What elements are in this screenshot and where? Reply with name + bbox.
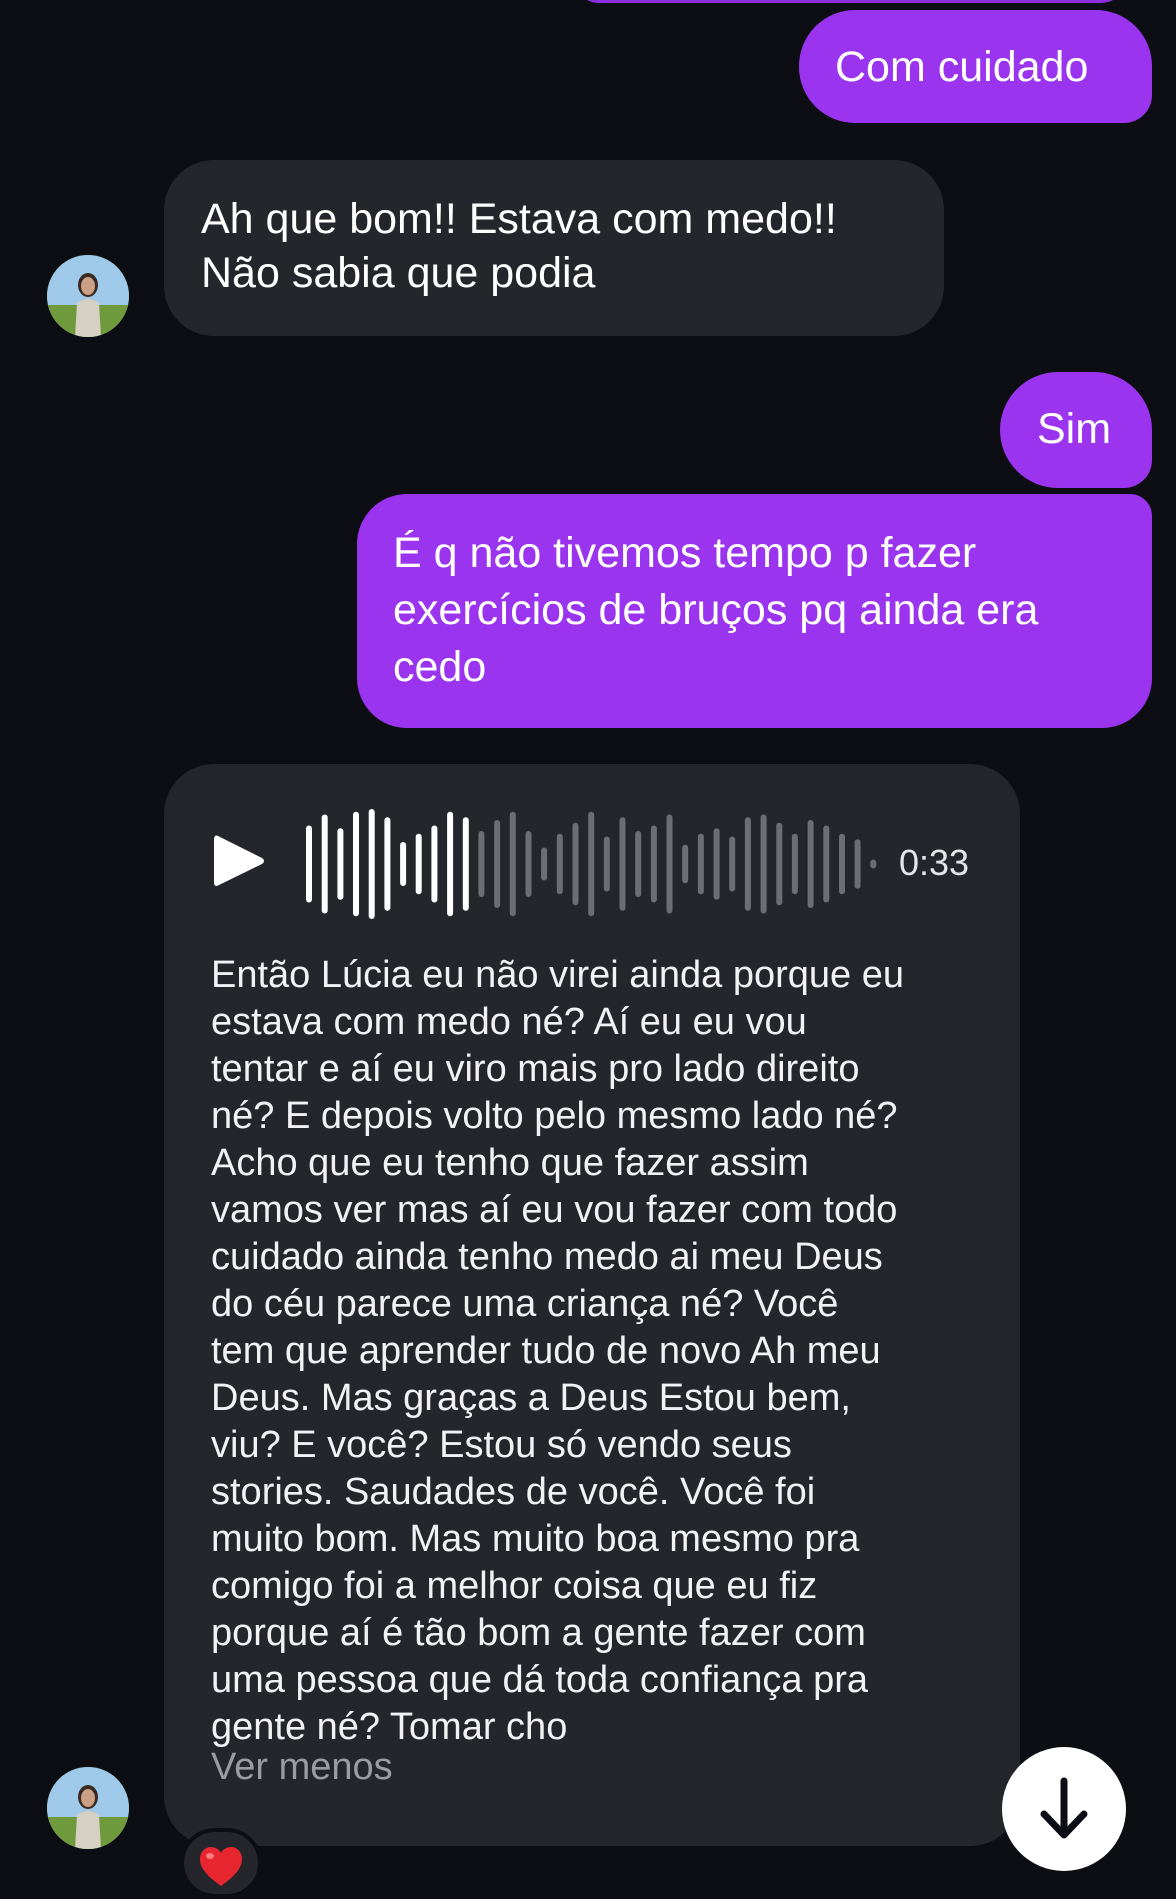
arrow-down-icon	[1040, 1777, 1088, 1839]
message-text-line: Não sabia que podia	[201, 249, 596, 298]
waveform-bar	[776, 822, 783, 906]
waveform-bar	[650, 825, 657, 903]
transcript-line: Então Lúcia eu não virei ainda porque eu	[211, 954, 904, 996]
contact-avatar[interactable]	[47, 1767, 129, 1849]
transcript-line: vamos ver mas aí eu vou fazer com todo	[211, 1189, 898, 1231]
outgoing-message-bubble[interactable]: Com cuidado	[799, 10, 1152, 123]
waveform-bar	[744, 817, 751, 911]
waveform-bar	[337, 828, 344, 900]
waveform-bar	[697, 833, 704, 895]
reaction-badge[interactable]	[180, 1828, 262, 1898]
outgoing-message-bubble[interactable]: Sim	[1000, 372, 1152, 488]
message-text: Sim	[1037, 405, 1112, 453]
waveform-bar	[415, 833, 422, 895]
voice-duration: 0:33	[899, 842, 970, 883]
transcript-line: Deus. Mas graças a Deus Estou bem,	[211, 1377, 851, 1419]
waveform-bar	[729, 836, 736, 892]
waveform-bar	[447, 811, 454, 917]
waveform-bar	[321, 814, 328, 914]
message-text-line: exercícios de bruços pq ainda era	[393, 586, 1039, 635]
waveform-bar	[682, 844, 689, 884]
waveform-bar	[839, 833, 845, 895]
play-icon[interactable]	[208, 830, 268, 892]
transcript-line: Acho que eu tenho que fazer assim	[211, 1142, 809, 1184]
waveform-bar	[619, 817, 626, 911]
waveform-bar	[870, 859, 877, 869]
contact-avatar[interactable]	[47, 255, 129, 337]
waveform-bar	[431, 825, 438, 903]
transcript-line: cuidado ainda tenho medo ai meu Deus	[211, 1236, 883, 1278]
see-less-link[interactable]: Ver menos	[211, 1744, 393, 1792]
outgoing-message-bubble[interactable]: É q não tivemos tempo p fazer exercícios…	[357, 494, 1152, 728]
transcript-line: muito bom. Mas muito boa mesmo pra	[211, 1518, 860, 1560]
transcript-line: do céu parece uma criança né? Você	[211, 1283, 839, 1325]
waveform[interactable]	[304, 804, 884, 924]
previous-outgoing-bubble	[570, 0, 1130, 3]
heart-icon	[200, 1847, 242, 1886]
waveform-bar	[603, 836, 610, 892]
transcript-line: tem que aprender tudo de novo Ah meu	[211, 1330, 881, 1372]
waveform-bar	[525, 831, 532, 897]
waveform-bar	[368, 809, 375, 919]
waveform-bar	[306, 825, 312, 903]
waveform-bar	[494, 820, 501, 908]
waveform-bar	[760, 814, 767, 914]
waveform-bar	[541, 847, 548, 881]
waveform-bar	[588, 811, 595, 917]
scroll-to-bottom-button[interactable]	[1002, 1747, 1126, 1871]
waveform-bar	[478, 831, 485, 897]
waveform-bar	[556, 833, 563, 895]
waveform-bar	[509, 811, 516, 917]
waveform-bar	[823, 825, 830, 903]
transcript-line: comigo foi a melhor coisa que eu fiz	[211, 1565, 818, 1607]
waveform-bar	[384, 817, 391, 911]
waveform-bar	[635, 831, 642, 897]
message-text-line: cedo	[393, 643, 487, 692]
voice-message-bubble[interactable]: 0:33 Então Lúcia eu não virei ainda porq…	[164, 764, 1020, 1846]
transcript-line: stories. Saudades de você. Você foi	[211, 1471, 816, 1513]
voice-transcript: Então Lúcia eu não virei ainda porque eu…	[211, 952, 991, 1751]
waveform-bar	[666, 814, 673, 914]
waveform-bar	[462, 817, 469, 911]
message-text-line: Ah que bom!! Estava com medo!!	[201, 195, 837, 243]
waveform-bar	[572, 822, 579, 906]
waveform-bar	[353, 811, 359, 917]
avatar-photo	[47, 1767, 129, 1849]
waveform-bar	[791, 833, 798, 895]
transcript-line: estava com medo né? Aí eu eu vou	[211, 1001, 807, 1043]
transcript-line: tentar e aí eu viro mais pro lado direit…	[211, 1048, 860, 1090]
incoming-message-bubble[interactable]: Ah que bom!! Estava com medo!! Não sabia…	[164, 160, 944, 336]
transcript-line: viu? E você? Estou só vendo seus	[211, 1424, 792, 1466]
waveform-bar	[854, 839, 861, 889]
transcript-line: uma pessoa que dá toda confiança pra	[211, 1659, 869, 1701]
avatar-photo	[47, 255, 129, 337]
waveform-bar	[807, 820, 814, 908]
waveform-bar	[713, 828, 720, 900]
message-text-line: É q não tivemos tempo p fazer	[393, 529, 977, 577]
transcript-line: né? E depois volto pelo mesmo lado né?	[211, 1095, 898, 1137]
transcript-line: porque aí é tão bom a gente fazer com	[211, 1612, 866, 1654]
waveform-bar	[400, 842, 407, 886]
message-text: Com cuidado	[835, 43, 1089, 91]
